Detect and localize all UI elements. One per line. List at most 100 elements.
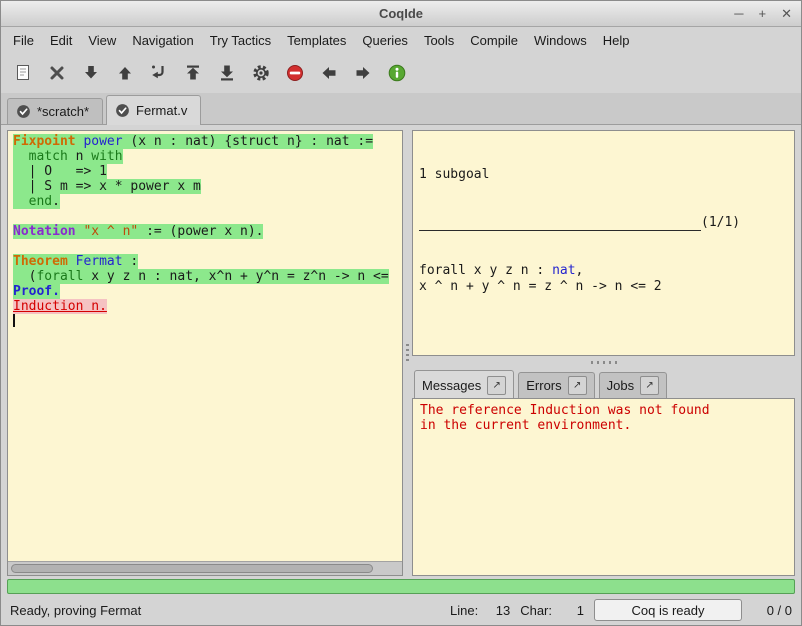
step-forward-button[interactable]	[77, 60, 104, 87]
run-to-end-button[interactable]	[213, 60, 240, 87]
close-button[interactable]: ✕	[781, 6, 792, 22]
code-line: Theorem Fermat :	[13, 254, 402, 269]
interrupt-button[interactable]	[281, 60, 308, 87]
info-icon	[387, 63, 407, 83]
tab-messages[interactable]: Messages ↗	[414, 370, 514, 399]
menubar: FileEditViewNavigationTry TacticsTemplat…	[1, 27, 801, 53]
detach-messages-button[interactable]: ↗	[487, 376, 506, 395]
tab-label: *scratch*	[37, 104, 89, 119]
goal-separator: (1/1)	[419, 215, 788, 231]
menu-queries[interactable]: Queries	[354, 29, 416, 52]
tab-label: Jobs	[607, 378, 634, 393]
code-line	[13, 314, 402, 329]
go-to-cursor-button[interactable]	[145, 60, 172, 87]
code-line: Notation "x ^ n" := (power x n).	[13, 224, 402, 239]
char-label: Char:	[520, 603, 552, 618]
code-line: Induction n.	[13, 299, 402, 314]
toolbar	[1, 53, 801, 93]
menu-try-tactics[interactable]: Try Tactics	[202, 29, 279, 52]
arrow-up-icon	[115, 63, 135, 83]
code-editor[interactable]: Fixpoint power (x n : nat) {struct n} : …	[8, 131, 402, 561]
main-area: Fixpoint power (x n : nat) {struct n} : …	[1, 125, 801, 576]
progress-bar	[7, 579, 795, 594]
message-line: The reference Induction was not found	[420, 403, 787, 418]
goal-counter: (1/1)	[701, 215, 740, 231]
menu-help[interactable]: Help	[595, 29, 638, 52]
goal-line: forall x y z n : nat,	[419, 263, 788, 279]
save-icon	[13, 63, 33, 83]
tab-fermat-v[interactable]: Fermat.v	[106, 95, 201, 125]
save-button[interactable]	[9, 60, 36, 87]
splitter-handle-icon	[591, 361, 617, 364]
goto-cursor-icon	[149, 63, 169, 83]
line-label: Line:	[450, 603, 478, 618]
tab-label: Fermat.v	[136, 103, 187, 118]
restart-button[interactable]	[179, 60, 206, 87]
menu-tools[interactable]: Tools	[416, 29, 462, 52]
goal-separator-rule	[419, 218, 701, 231]
tab-scratch[interactable]: *scratch*	[7, 98, 103, 124]
coq-status-text: Coq is ready	[632, 603, 705, 618]
coq-status-widget: Coq is ready	[594, 599, 742, 621]
code-line	[13, 209, 402, 224]
message-tabbar: Messages ↗ Errors ↗ Jobs ↗	[412, 368, 795, 398]
arrow-up-to-bar-icon	[183, 63, 203, 83]
goals-pane[interactable]: 1 subgoal (1/1) forall x y z n : nat,x ^…	[412, 130, 795, 356]
menu-windows[interactable]: Windows	[526, 29, 595, 52]
code-line: Proof.	[13, 284, 402, 299]
status-text: Ready, proving Fermat	[10, 603, 450, 618]
stop-sign-icon	[285, 63, 305, 83]
tab-errors[interactable]: Errors ↗	[518, 372, 594, 398]
menu-compile[interactable]: Compile	[462, 29, 526, 52]
previous-button[interactable]	[315, 60, 342, 87]
code-line: | O => 1	[13, 164, 402, 179]
code-line: (forall x y z n : nat, x^n + y^n = z^n -…	[13, 269, 402, 284]
detach-jobs-button[interactable]: ↗	[640, 376, 659, 395]
text-cursor	[13, 314, 15, 327]
tab-check-icon	[115, 103, 130, 118]
titlebar[interactable]: CoqIde ─ + ✕	[1, 1, 801, 27]
code-line: end.	[13, 194, 402, 209]
menu-navigation[interactable]: Navigation	[124, 29, 201, 52]
line-value: 13	[484, 603, 510, 618]
jobs-counter: 0 / 0	[754, 603, 792, 618]
code-line	[13, 239, 402, 254]
gear-icon	[251, 63, 271, 83]
arrow-right-icon	[353, 63, 373, 83]
menu-edit[interactable]: Edit	[42, 29, 80, 52]
minimize-button[interactable]: ─	[734, 6, 743, 21]
menu-templates[interactable]: Templates	[279, 29, 354, 52]
scrollbar-thumb[interactable]	[11, 564, 373, 573]
step-backward-button[interactable]	[111, 60, 138, 87]
arrow-down-icon	[81, 63, 101, 83]
statusbar: Ready, proving Fermat Line: 13 Char: 1 C…	[1, 595, 801, 625]
tab-check-icon	[16, 104, 31, 119]
about-button[interactable]	[383, 60, 410, 87]
next-button[interactable]	[349, 60, 376, 87]
tab-label: Errors	[526, 378, 561, 393]
menu-view[interactable]: View	[80, 29, 124, 52]
arrow-left-icon	[319, 63, 339, 83]
window-title: CoqIde	[379, 6, 423, 21]
tab-jobs[interactable]: Jobs ↗	[599, 372, 667, 398]
goal-line: x ^ n + y ^ n = z ^ n -> n <= 2	[419, 279, 788, 295]
editor-tabbar: *scratch* Fermat.v	[1, 93, 801, 125]
vertical-splitter[interactable]	[403, 130, 412, 576]
maximize-button[interactable]: +	[759, 6, 767, 21]
code-line: Fixpoint power (x n : nat) {struct n} : …	[13, 134, 402, 149]
messages-pane[interactable]: The reference Induction was not foundin …	[412, 398, 795, 576]
menu-file[interactable]: File	[5, 29, 42, 52]
tab-label: Messages	[422, 378, 481, 393]
script-pane: Fixpoint power (x n : nat) {struct n} : …	[7, 130, 403, 576]
goal-lines: forall x y z n : nat,x ^ n + y ^ n = z ^…	[419, 263, 788, 295]
make-button[interactable]	[247, 60, 274, 87]
window-controls: ─ + ✕	[734, 1, 792, 26]
arrow-down-to-bar-icon	[217, 63, 237, 83]
close-buffer-button[interactable]	[43, 60, 70, 87]
code-line: | S m => x * power x m	[13, 179, 402, 194]
horizontal-scrollbar[interactable]	[8, 561, 402, 575]
coqide-window: CoqIde ─ + ✕ FileEditViewNavigationTry Tac…	[0, 0, 802, 626]
goals-header: 1 subgoal	[419, 167, 788, 183]
detach-errors-button[interactable]: ↗	[568, 376, 587, 395]
horizontal-splitter[interactable]	[412, 356, 795, 368]
